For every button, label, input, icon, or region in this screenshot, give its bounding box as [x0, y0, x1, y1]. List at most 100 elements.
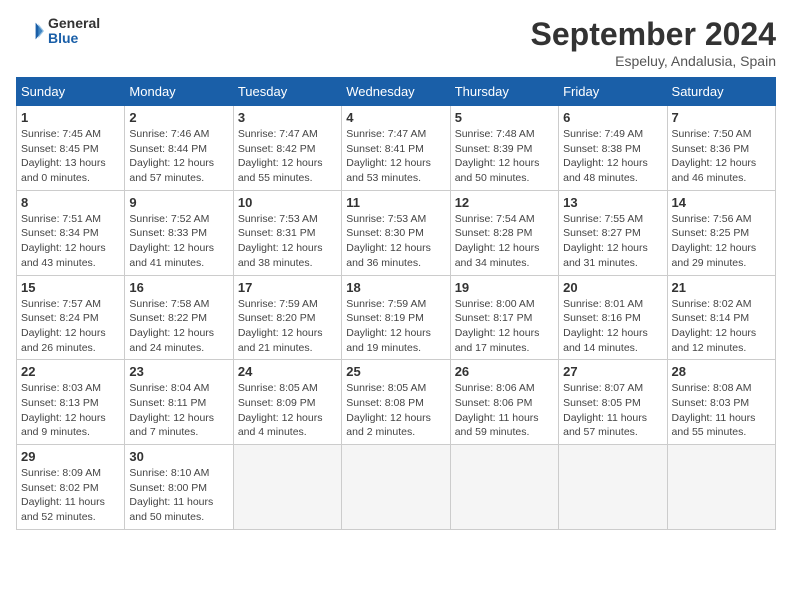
day-cell-17: 17 Sunrise: 7:59 AM Sunset: 8:20 PM Dayli… — [233, 275, 341, 360]
calendar-week-2: 8 Sunrise: 7:51 AM Sunset: 8:34 PM Daylig… — [17, 190, 776, 275]
day-info: Sunrise: 7:59 AM Sunset: 8:19 PM Dayligh… — [346, 297, 445, 356]
day-info: Sunrise: 7:55 AM Sunset: 8:27 PM Dayligh… — [563, 212, 662, 271]
day-cell-7: 7 Sunrise: 7:50 AM Sunset: 8:36 PM Daylig… — [667, 106, 775, 191]
logo-icon — [16, 17, 44, 45]
day-number: 16 — [129, 280, 228, 295]
day-cell-22: 22 Sunrise: 8:03 AM Sunset: 8:13 PM Dayli… — [17, 360, 125, 445]
day-number: 9 — [129, 195, 228, 210]
empty-cell — [342, 445, 450, 530]
day-number: 18 — [346, 280, 445, 295]
day-cell-10: 10 Sunrise: 7:53 AM Sunset: 8:31 PM Dayli… — [233, 190, 341, 275]
day-info: Sunrise: 7:54 AM Sunset: 8:28 PM Dayligh… — [455, 212, 554, 271]
day-number: 23 — [129, 364, 228, 379]
day-number: 19 — [455, 280, 554, 295]
day-cell-23: 23 Sunrise: 8:04 AM Sunset: 8:11 PM Dayli… — [125, 360, 233, 445]
day-number: 30 — [129, 449, 228, 464]
calendar-week-1: 1 Sunrise: 7:45 AM Sunset: 8:45 PM Daylig… — [17, 106, 776, 191]
empty-cell — [667, 445, 775, 530]
day-info: Sunrise: 7:46 AM Sunset: 8:44 PM Dayligh… — [129, 127, 228, 186]
calendar-week-4: 22 Sunrise: 8:03 AM Sunset: 8:13 PM Dayli… — [17, 360, 776, 445]
day-cell-19: 19 Sunrise: 8:00 AM Sunset: 8:17 PM Dayli… — [450, 275, 558, 360]
day-cell-4: 4Sunrise: 7:47 AM Sunset: 8:41 PM Daylig… — [342, 106, 450, 191]
day-info: Sunrise: 8:06 AM Sunset: 8:06 PM Dayligh… — [455, 381, 554, 440]
day-info: Sunrise: 8:10 AM Sunset: 8:00 PM Dayligh… — [129, 466, 228, 525]
day-number: 14 — [672, 195, 771, 210]
day-cell-14: 14 Sunrise: 7:56 AM Sunset: 8:25 PM Dayli… — [667, 190, 775, 275]
day-cell-24: 24Sunrise: 8:05 AM Sunset: 8:09 PM Dayli… — [233, 360, 341, 445]
calendar-week-5: 29 Sunrise: 8:09 AM Sunset: 8:02 PM Dayli… — [17, 445, 776, 530]
col-sunday: Sunday — [17, 78, 125, 106]
day-info: Sunrise: 8:08 AM Sunset: 8:03 PM Dayligh… — [672, 381, 771, 440]
page-header: General Blue September 2024 Espeluy, And… — [16, 16, 776, 69]
day-info: Sunrise: 8:05 AM Sunset: 8:08 PM Dayligh… — [346, 381, 445, 440]
day-number: 1 — [21, 110, 120, 125]
day-info: Sunrise: 7:58 AM Sunset: 8:22 PM Dayligh… — [129, 297, 228, 356]
day-cell-16: 16 Sunrise: 7:58 AM Sunset: 8:22 PM Dayli… — [125, 275, 233, 360]
day-number: 3 — [238, 110, 337, 125]
day-number: 13 — [563, 195, 662, 210]
day-number: 7 — [672, 110, 771, 125]
day-info: Sunrise: 7:59 AM Sunset: 8:20 PM Dayligh… — [238, 297, 337, 356]
day-cell-8: 8 Sunrise: 7:51 AM Sunset: 8:34 PM Daylig… — [17, 190, 125, 275]
logo: General Blue — [16, 16, 100, 47]
day-number: 22 — [21, 364, 120, 379]
day-number: 10 — [238, 195, 337, 210]
day-number: 20 — [563, 280, 662, 295]
day-info: Sunrise: 8:00 AM Sunset: 8:17 PM Dayligh… — [455, 297, 554, 356]
logo-text: General Blue — [48, 16, 100, 47]
col-wednesday: Wednesday — [342, 78, 450, 106]
day-number: 17 — [238, 280, 337, 295]
day-cell-2: 2 Sunrise: 7:46 AM Sunset: 8:44 PM Daylig… — [125, 106, 233, 191]
day-info: Sunrise: 8:04 AM Sunset: 8:11 PM Dayligh… — [129, 381, 228, 440]
day-info: Sunrise: 7:47 AM Sunset: 8:41 PM Dayligh… — [346, 127, 445, 186]
calendar-header: Sunday Monday Tuesday Wednesday Thursday… — [17, 78, 776, 106]
day-cell-13: 13 Sunrise: 7:55 AM Sunset: 8:27 PM Dayli… — [559, 190, 667, 275]
day-info: Sunrise: 7:47 AM Sunset: 8:42 PM Dayligh… — [238, 127, 337, 186]
day-info: Sunrise: 7:50 AM Sunset: 8:36 PM Dayligh… — [672, 127, 771, 186]
location: Espeluy, Andalusia, Spain — [531, 53, 776, 69]
day-info: Sunrise: 8:07 AM Sunset: 8:05 PM Dayligh… — [563, 381, 662, 440]
day-info: Sunrise: 7:49 AM Sunset: 8:38 PM Dayligh… — [563, 127, 662, 186]
day-number: 8 — [21, 195, 120, 210]
day-info: Sunrise: 7:45 AM Sunset: 8:45 PM Dayligh… — [21, 127, 120, 186]
day-info: Sunrise: 7:56 AM Sunset: 8:25 PM Dayligh… — [672, 212, 771, 271]
month-title: September 2024 — [531, 16, 776, 53]
day-info: Sunrise: 7:53 AM Sunset: 8:31 PM Dayligh… — [238, 212, 337, 271]
col-monday: Monday — [125, 78, 233, 106]
day-info: Sunrise: 7:51 AM Sunset: 8:34 PM Dayligh… — [21, 212, 120, 271]
day-number: 27 — [563, 364, 662, 379]
day-number: 21 — [672, 280, 771, 295]
calendar-week-3: 15 Sunrise: 7:57 AM Sunset: 8:24 PM Dayli… — [17, 275, 776, 360]
day-cell-25: 25 Sunrise: 8:05 AM Sunset: 8:08 PM Dayli… — [342, 360, 450, 445]
day-cell-1: 1 Sunrise: 7:45 AM Sunset: 8:45 PM Daylig… — [17, 106, 125, 191]
day-cell-30: 30 Sunrise: 8:10 AM Sunset: 8:00 PM Dayli… — [125, 445, 233, 530]
day-info: Sunrise: 7:52 AM Sunset: 8:33 PM Dayligh… — [129, 212, 228, 271]
col-saturday: Saturday — [667, 78, 775, 106]
day-info: Sunrise: 8:03 AM Sunset: 8:13 PM Dayligh… — [21, 381, 120, 440]
day-number: 25 — [346, 364, 445, 379]
day-cell-6: 6 Sunrise: 7:49 AM Sunset: 8:38 PM Daylig… — [559, 106, 667, 191]
day-cell-12: 12 Sunrise: 7:54 AM Sunset: 8:28 PM Dayli… — [450, 190, 558, 275]
empty-cell — [233, 445, 341, 530]
col-tuesday: Tuesday — [233, 78, 341, 106]
day-number: 5 — [455, 110, 554, 125]
day-number: 2 — [129, 110, 228, 125]
day-info: Sunrise: 8:01 AM Sunset: 8:16 PM Dayligh… — [563, 297, 662, 356]
day-cell-15: 15 Sunrise: 7:57 AM Sunset: 8:24 PM Dayli… — [17, 275, 125, 360]
calendar-table: Sunday Monday Tuesday Wednesday Thursday… — [16, 77, 776, 530]
day-cell-26: 26 Sunrise: 8:06 AM Sunset: 8:06 PM Dayli… — [450, 360, 558, 445]
day-info: Sunrise: 8:09 AM Sunset: 8:02 PM Dayligh… — [21, 466, 120, 525]
day-number: 11 — [346, 195, 445, 210]
day-number: 29 — [21, 449, 120, 464]
logo-general: General — [48, 16, 100, 31]
day-number: 15 — [21, 280, 120, 295]
day-info: Sunrise: 7:57 AM Sunset: 8:24 PM Dayligh… — [21, 297, 120, 356]
day-info: Sunrise: 7:53 AM Sunset: 8:30 PM Dayligh… — [346, 212, 445, 271]
day-cell-29: 29 Sunrise: 8:09 AM Sunset: 8:02 PM Dayli… — [17, 445, 125, 530]
empty-cell — [450, 445, 558, 530]
day-number: 12 — [455, 195, 554, 210]
day-cell-18: 18 Sunrise: 7:59 AM Sunset: 8:19 PM Dayli… — [342, 275, 450, 360]
day-number: 6 — [563, 110, 662, 125]
day-cell-28: 28Sunrise: 8:08 AM Sunset: 8:03 PM Dayli… — [667, 360, 775, 445]
day-number: 26 — [455, 364, 554, 379]
